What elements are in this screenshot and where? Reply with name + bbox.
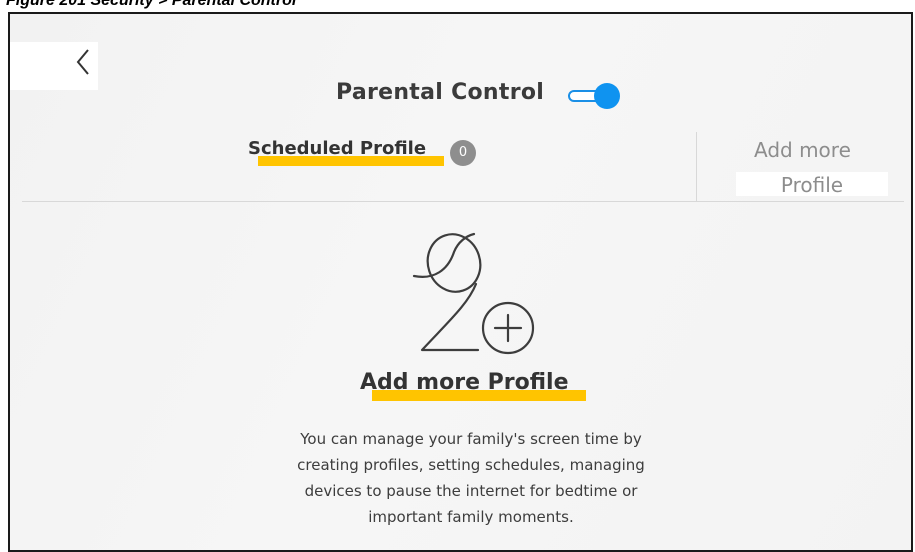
section-divider bbox=[22, 201, 904, 202]
description-line: You can manage your family's screen time… bbox=[300, 430, 642, 448]
page-title: Parental Control bbox=[336, 80, 545, 105]
toggle-knob bbox=[594, 83, 620, 109]
add-profile-icon-button[interactable] bbox=[404, 226, 544, 366]
chevron-left-icon bbox=[76, 49, 89, 75]
description-line: devices to pause the internet for bedtim… bbox=[304, 482, 638, 500]
parental-control-screen: Parental Control Scheduled Profile 0 Add… bbox=[8, 12, 913, 552]
add-more-profile-label: Add more Profile bbox=[360, 370, 569, 395]
description: You can manage your family's screen time… bbox=[244, 426, 698, 530]
description-line: creating profiles, setting schedules, ma… bbox=[297, 456, 645, 474]
add-profile-icon bbox=[412, 232, 535, 355]
description-line: important family moments. bbox=[368, 508, 574, 526]
tab-add-more-line2: Profile bbox=[780, 173, 844, 197]
figure-caption: Figure 201 Security > Parental Control bbox=[6, 0, 297, 9]
profile-count-badge: 0 bbox=[450, 140, 476, 166]
add-more-profile-heading[interactable]: Add more Profile bbox=[360, 370, 586, 410]
parental-control-toggle[interactable] bbox=[566, 83, 622, 109]
tab-scheduled-profile[interactable]: Scheduled Profile 0 bbox=[248, 138, 476, 168]
header: Parental Control bbox=[10, 78, 911, 114]
tab-divider bbox=[696, 132, 697, 202]
tab-add-more-line1: Add more bbox=[754, 138, 851, 162]
tab-add-more-line2-box: Profile bbox=[736, 172, 888, 197]
tab-add-more-profile[interactable]: Add more Profile bbox=[704, 138, 904, 198]
tab-scheduled-profile-label: Scheduled Profile bbox=[248, 138, 427, 159]
